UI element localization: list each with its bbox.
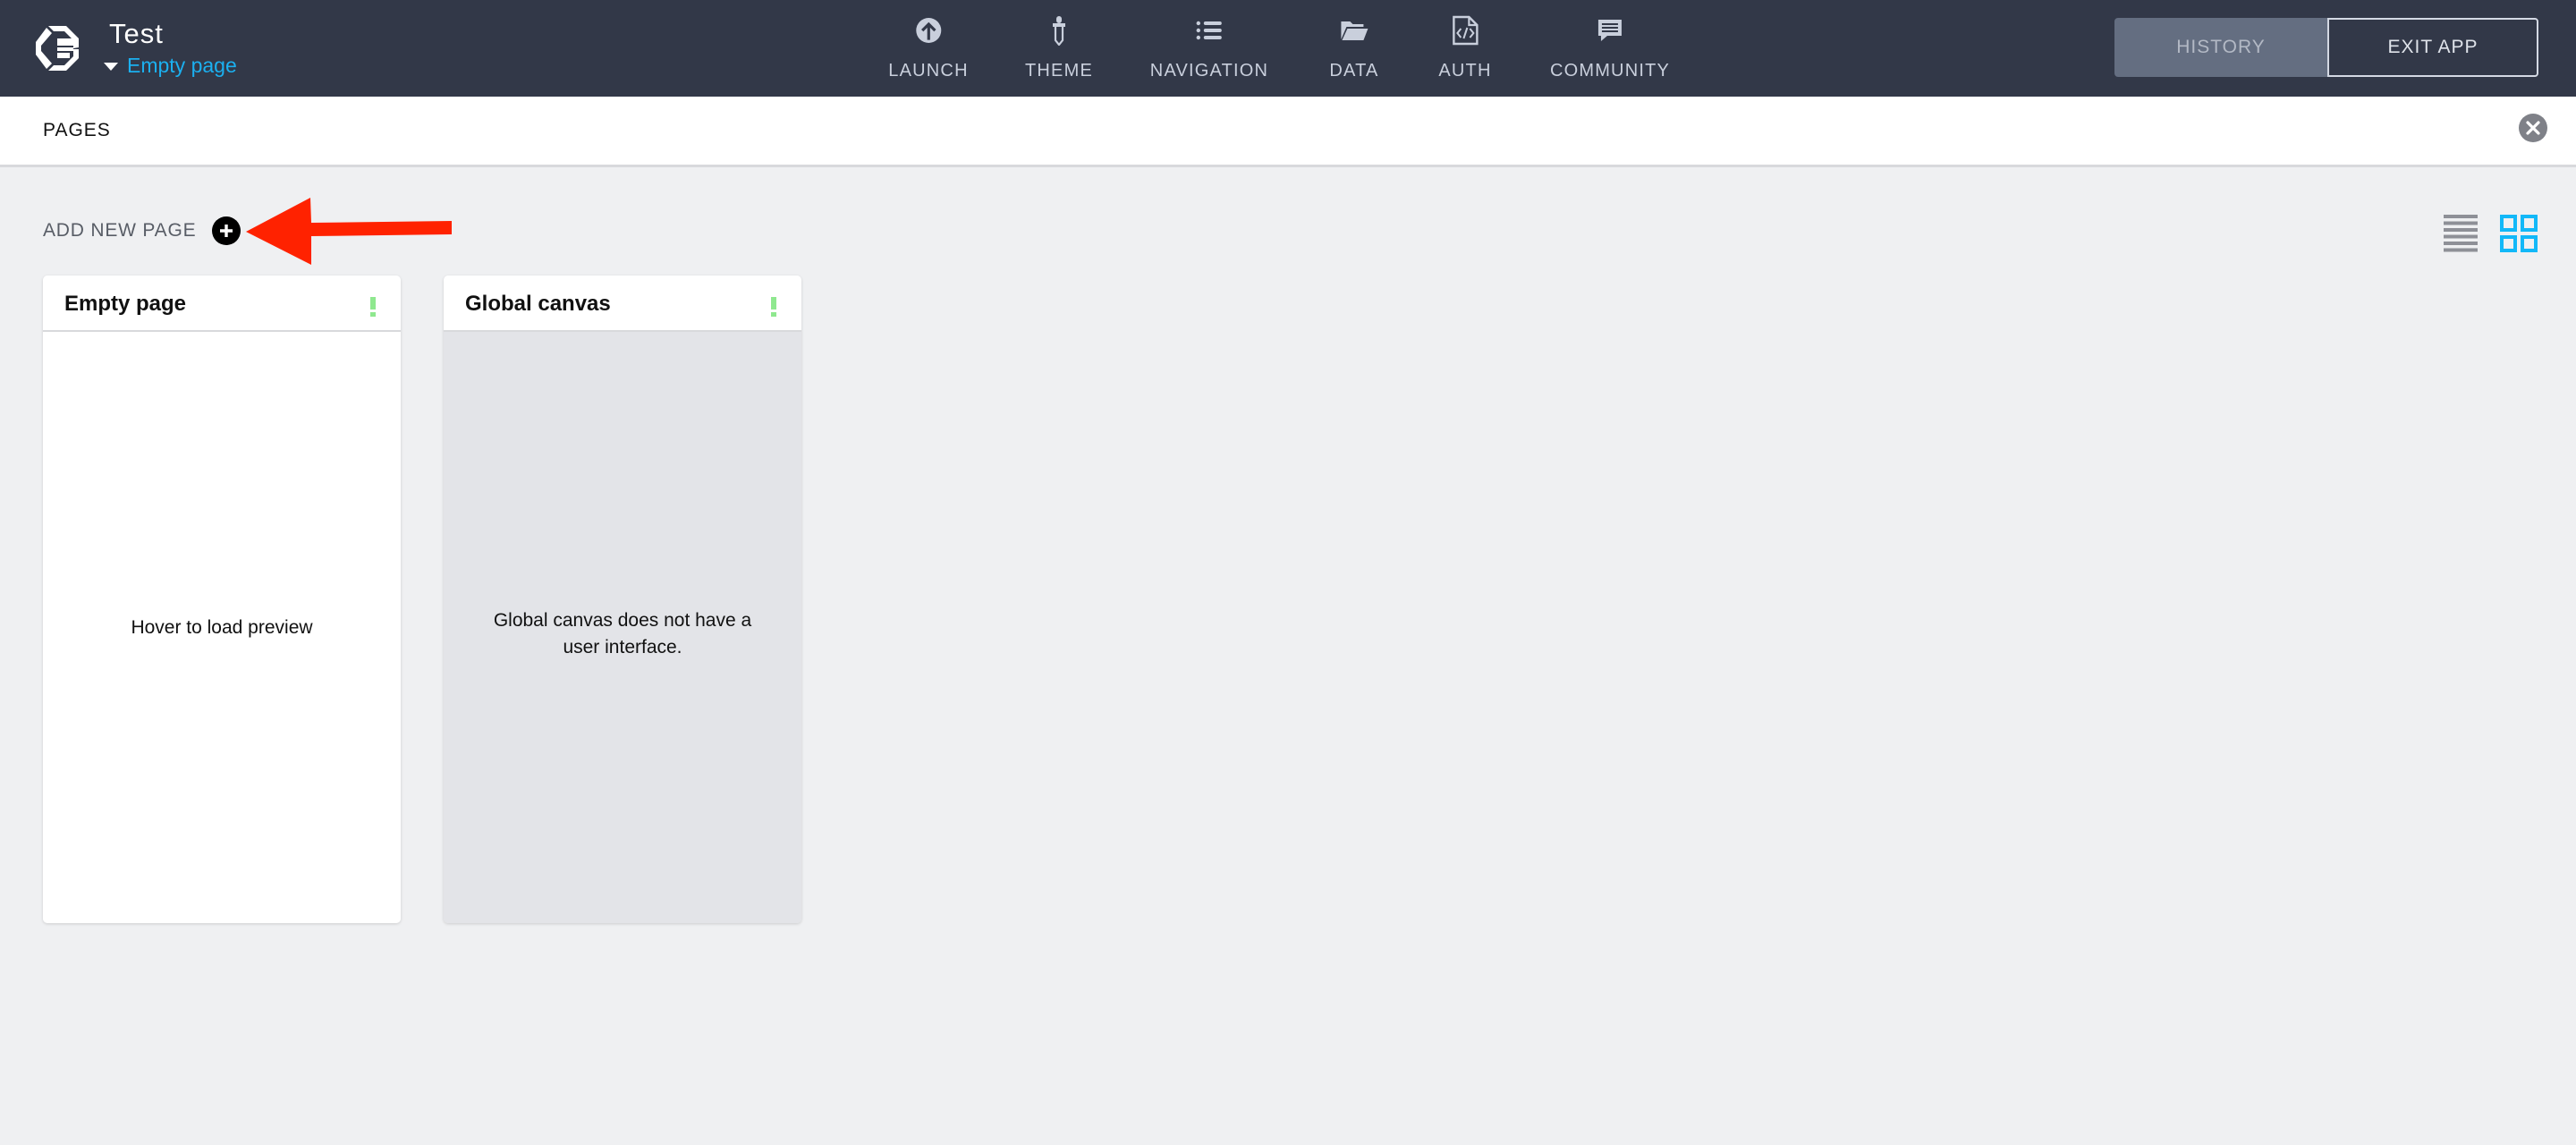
list-icon <box>1196 14 1223 47</box>
nav-theme[interactable]: THEME <box>1025 0 1093 97</box>
nav-label: THEME <box>1025 61 1093 81</box>
panel-title: PAGES <box>43 120 111 140</box>
nav-navigation[interactable]: NAVIGATION <box>1150 0 1268 97</box>
app-logo-icon[interactable] <box>34 24 80 72</box>
page-card-empty-page[interactable]: Empty page Hover to load preview <box>43 276 401 923</box>
nav-data[interactable]: DATA <box>1329 0 1378 97</box>
nav-launch[interactable]: LAUNCH <box>888 0 968 97</box>
top-header: Test Empty page LAUNCH THEME NAVIGATION … <box>0 0 2576 97</box>
nav-community[interactable]: COMMUNITY <box>1550 0 1670 97</box>
add-new-page-button[interactable]: ADD NEW PAGE <box>43 216 242 245</box>
card-title: Empty page <box>64 292 187 316</box>
grid-view-icon[interactable] <box>2500 215 2538 252</box>
warning-icon <box>771 297 776 317</box>
current-page-name: Empty page <box>127 54 237 77</box>
list-view-icon[interactable] <box>2444 215 2478 252</box>
annotation-arrow-icon <box>246 198 452 265</box>
nav-label: NAVIGATION <box>1149 61 1269 81</box>
chat-icon <box>1597 14 1623 47</box>
caret-down-icon <box>104 63 118 71</box>
page-card-global-canvas[interactable]: Global canvas Global canvas does not hav… <box>444 276 801 923</box>
card-header: Empty page <box>43 276 401 332</box>
close-icon <box>2526 121 2540 135</box>
launch-icon <box>915 14 942 47</box>
history-button[interactable]: HISTORY <box>2114 18 2327 77</box>
app-title: Test <box>109 18 164 49</box>
pages-panel-header: PAGES <box>0 97 2576 167</box>
nav-label: DATA <box>1329 61 1379 81</box>
card-header: Global canvas <box>444 276 801 332</box>
eyedropper-icon <box>1051 14 1067 47</box>
nav-label: LAUNCH <box>888 61 969 81</box>
card-preview: Hover to load preview <box>43 332 401 923</box>
folder-icon <box>1340 14 1368 47</box>
plus-circle-icon <box>212 216 242 245</box>
close-panel-button[interactable] <box>2519 114 2547 142</box>
nav-auth[interactable]: AUTH <box>1438 0 1491 97</box>
code-file-icon <box>1452 14 1479 47</box>
add-new-page-label: ADD NEW PAGE <box>43 220 197 241</box>
page-switcher[interactable]: Empty page <box>104 54 237 78</box>
exit-app-button[interactable]: EXIT APP <box>2327 18 2538 77</box>
card-title: Global canvas <box>465 292 611 316</box>
nav-label: COMMUNITY <box>1549 61 1671 81</box>
card-preview: Global canvas does not have a user inter… <box>444 332 801 923</box>
nav-label: AUTH <box>1438 61 1492 81</box>
warning-icon <box>370 297 376 317</box>
